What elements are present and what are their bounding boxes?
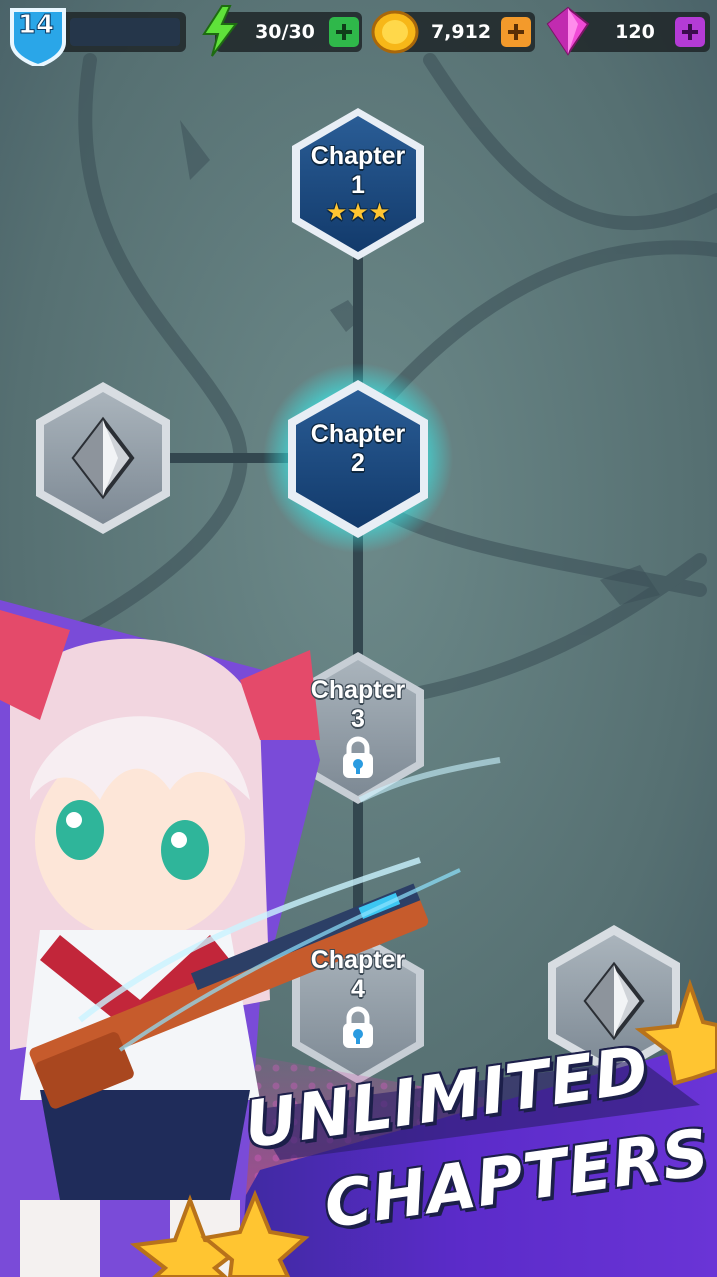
plus-icon: [508, 24, 524, 40]
chapter-4-number: 4: [351, 975, 365, 1003]
chapter-3-number: 3: [351, 705, 365, 733]
gems-plus-button[interactable]: [675, 17, 705, 47]
chapter-2-title: Chapter: [310, 420, 406, 448]
lock-icon: [343, 1006, 373, 1048]
energy-plus-button[interactable]: [329, 17, 359, 47]
chapter-1-stars: ★★★: [325, 198, 391, 226]
chapter-2-number: 2: [351, 449, 365, 477]
chapter-1-number: 1: [351, 171, 365, 199]
gems-value: 120: [615, 21, 655, 43]
chapter-2-label: Chapter 2: [288, 420, 428, 478]
chapter-1-title: Chapter: [310, 142, 406, 170]
lock-icon: [343, 736, 373, 778]
chapter-map-screen: 14 30/30 7,912 120 Chapter 1 ★★★ Chapter…: [0, 0, 717, 1277]
plus-icon: [682, 24, 698, 40]
plus-icon: [336, 24, 352, 40]
coins-plus-button[interactable]: [501, 17, 531, 47]
lightning-icon: [202, 5, 238, 57]
chapter-3-title: Chapter: [310, 676, 406, 704]
player-level: 14: [17, 10, 55, 41]
chapter-4-label: Chapter 4: [288, 946, 428, 1004]
energy-value: 30/30: [255, 21, 315, 43]
chapter-4-title: Chapter: [310, 946, 406, 974]
gold-coin-icon: [371, 10, 419, 54]
chapter-3-label: Chapter 3: [288, 676, 428, 734]
xp-bar-track: [70, 18, 180, 46]
chapter-1-label: Chapter 1 ★★★: [288, 142, 428, 224]
coins-value: 7,912: [430, 21, 492, 43]
pink-gem-icon: [546, 6, 590, 56]
